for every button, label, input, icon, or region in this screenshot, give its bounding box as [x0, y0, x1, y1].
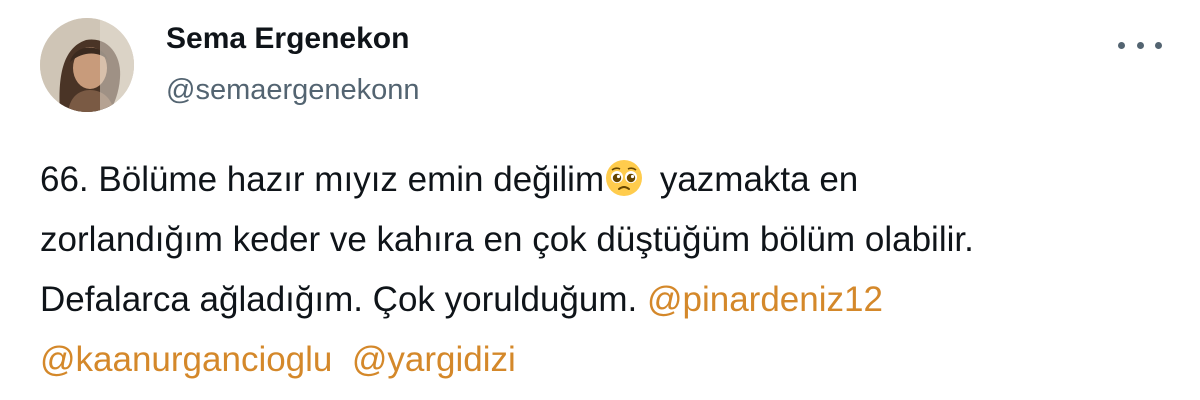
mention-link[interactable]: @yargidizi [352, 340, 516, 379]
tweet-line-4: @kaanurgancioglu @yargidizi [40, 330, 1160, 390]
tweet-text-segment: 66. Bölüme hazır mıyız emin değilim [40, 160, 605, 199]
ellipsis-dot [1155, 41, 1162, 49]
tweet-line-1: 66. Bölüme hazır mıyız emin değilim yazm… [40, 150, 1160, 210]
tweet-text-segment: yazmakta en [650, 160, 859, 199]
mention-link[interactable]: @kaanurgancioglu [40, 340, 332, 379]
tweet-line-3: Defalarca ağladığım. Çok yorulduğum. @pi… [40, 270, 1160, 330]
pleading-face-emoji-icon [604, 158, 644, 198]
more-options-icon[interactable] [1118, 30, 1162, 60]
author-handle[interactable]: @semaergenekonn [166, 74, 420, 107]
mention-link[interactable]: @pinardeniz12 [647, 280, 883, 319]
ellipsis-dot [1136, 41, 1144, 49]
tweet-text-segment: Defalarca ağladığım. Çok yorulduğum. [40, 280, 647, 319]
tweet-text: 66. Bölüme hazır mıyız emin değilim yazm… [40, 150, 1160, 390]
tweet-line-2: zorlandığım keder ve kahıra en çok düştü… [40, 220, 974, 259]
avatar[interactable] [40, 18, 134, 112]
avatar-photo [40, 18, 134, 112]
tweet-card: Sema Ergenekon @semaergenekonn 66. Bölüm… [0, 0, 1200, 400]
ellipsis-dot [1118, 41, 1125, 49]
author-name[interactable]: Sema Ergenekon [166, 22, 409, 56]
